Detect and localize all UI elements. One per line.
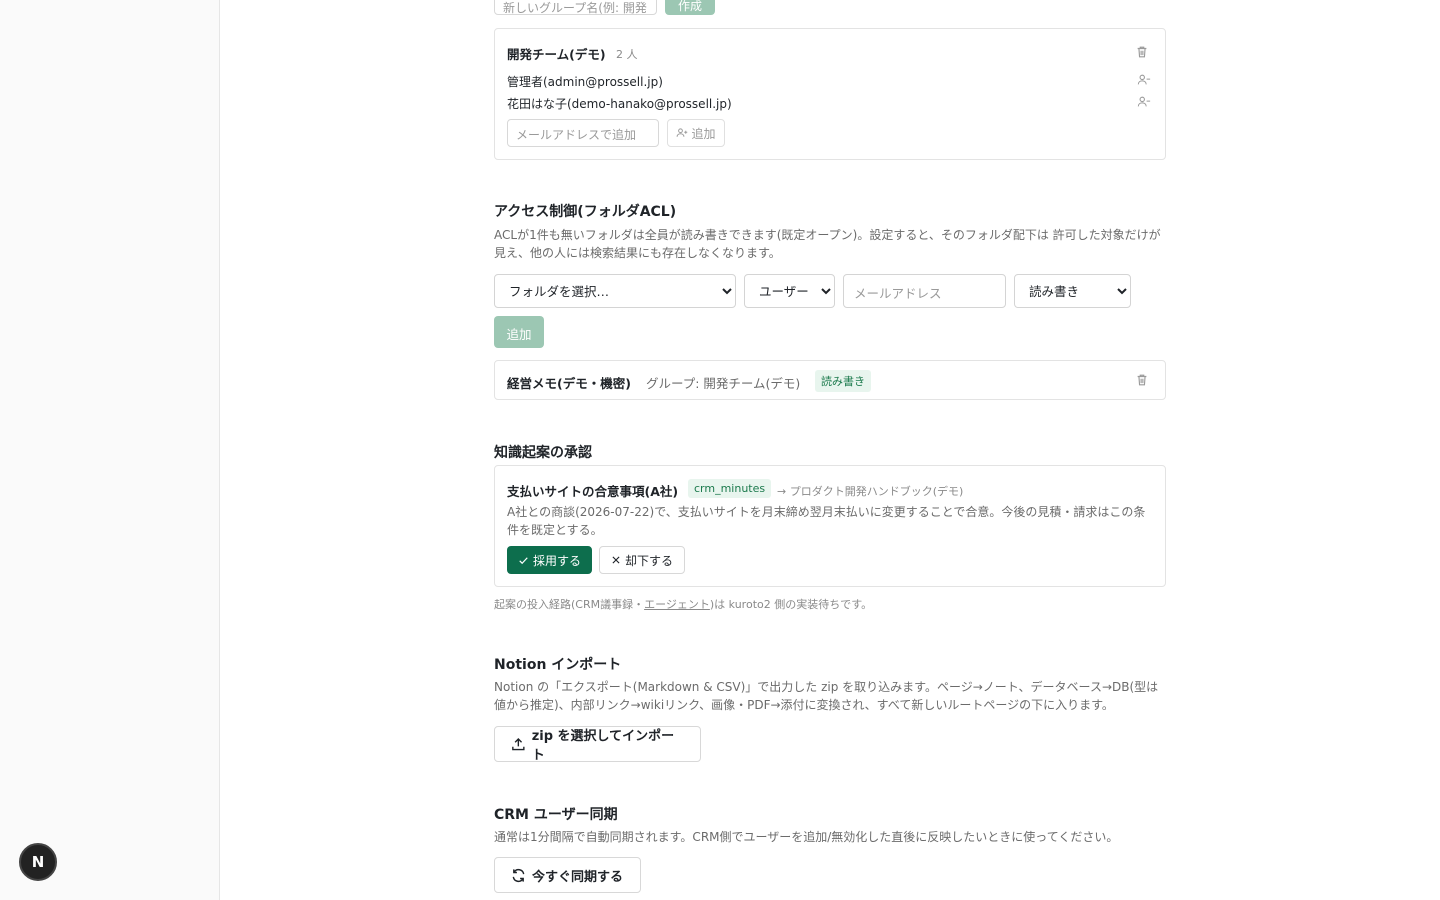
close-icon <box>612 556 620 564</box>
group-member: 管理者(admin@prossell.jp) <box>507 75 663 89</box>
proposal-note: 起案の投入経路(CRM議事録・エージェント)は kuroto2 側の実装待ちです… <box>494 598 873 611</box>
agent-link[interactable]: エージェント <box>644 598 710 611</box>
add-member-label: 追加 <box>691 126 716 141</box>
acl-email-input[interactable]: メールアドレス <box>843 274 1006 308</box>
principal-type-select[interactable]: ユーザー <box>744 274 835 308</box>
group-name: 開発チーム(デモ) <box>507 47 606 62</box>
trash-icon[interactable] <box>1135 373 1149 387</box>
group-member: 花田はな子(demo-hanako@prossell.jp) <box>507 97 732 111</box>
user-minus-icon[interactable] <box>1137 73 1151 87</box>
permission-select[interactable]: 読み書き <box>1014 274 1131 308</box>
notion-description: Notion の「エクスポート(Markdown & CSV)」で出力した zi… <box>494 680 1159 712</box>
acl-entry-row: 経営メモ(デモ・機密) グループ: 開発チーム(デモ) 読み書き <box>494 360 1166 400</box>
acl-entry-target: グループ: 開発チーム(デモ) <box>646 376 801 391</box>
sync-now-button[interactable]: 今すぐ同期する <box>494 857 641 893</box>
sidebar <box>0 0 220 900</box>
crm-title: CRM ユーザー同期 <box>494 807 618 823</box>
folder-select[interactable]: フォルダを選択… <box>494 274 736 308</box>
proposal-source-badge: crm_minutes <box>688 479 772 498</box>
acl-title: アクセス制御(フォルダACL) <box>494 204 677 220</box>
refresh-icon <box>512 868 525 882</box>
acl-entry-folder: 経営メモ(デモ・機密) <box>507 376 631 391</box>
group-member-count: 2 人 <box>616 48 638 61</box>
crm-description: 通常は1分間隔で自動同期されます。CRM側でユーザーを追加/無効化した直後に反映… <box>494 830 1119 844</box>
accept-button[interactable]: 採用する <box>507 546 592 574</box>
proposal-title: 支払いサイトの合意事項(A社) <box>507 484 679 499</box>
reject-button[interactable]: 却下する <box>599 546 685 574</box>
sync-now-label: 今すぐ同期する <box>532 869 624 885</box>
accept-label: 採用する <box>532 553 581 568</box>
nextjs-dev-badge[interactable]: N <box>19 843 57 881</box>
new-group-input[interactable]: 新しいグループ名(例: 開発 <box>494 0 657 15</box>
user-minus-icon[interactable] <box>1137 95 1151 109</box>
member-email-input[interactable]: メールアドレスで追加 <box>507 119 659 147</box>
user-plus-icon <box>677 128 688 137</box>
notion-import-button[interactable]: zip を選択してインポート <box>494 726 701 763</box>
acl-description: ACLが1件も無いフォルダは全員が読み書きできます(既定オープン)。設定すると、… <box>494 228 1161 260</box>
check-icon <box>519 556 528 564</box>
permission-badge: 読み書き <box>815 370 871 392</box>
add-member-button[interactable]: 追加 <box>667 119 725 147</box>
proposals-title: 知識起案の承認 <box>494 445 592 461</box>
group-card: 開発チーム(デモ) 2 人 管理者(admin@prossell.jp) 花田は… <box>494 28 1166 160</box>
proposal-destination: → プロダクト開発ハンドブック(デモ) <box>777 485 964 498</box>
create-group-button[interactable]: 作成 <box>665 0 715 15</box>
reject-label: 却下する <box>624 553 673 568</box>
upload-icon <box>512 737 525 750</box>
trash-icon[interactable] <box>1135 45 1149 59</box>
notion-import-label: zip を選択してインポート <box>531 729 675 763</box>
proposal-card: 支払いサイトの合意事項(A社) crm_minutes → プロダクト開発ハンド… <box>494 465 1166 587</box>
proposal-body: A社との商談(2026-07-22)で、支払いサイトを月末締め翌月末払いに変更す… <box>507 505 1146 537</box>
acl-add-button[interactable]: 追加 <box>494 316 544 348</box>
notion-title: Notion インポート <box>494 657 622 673</box>
